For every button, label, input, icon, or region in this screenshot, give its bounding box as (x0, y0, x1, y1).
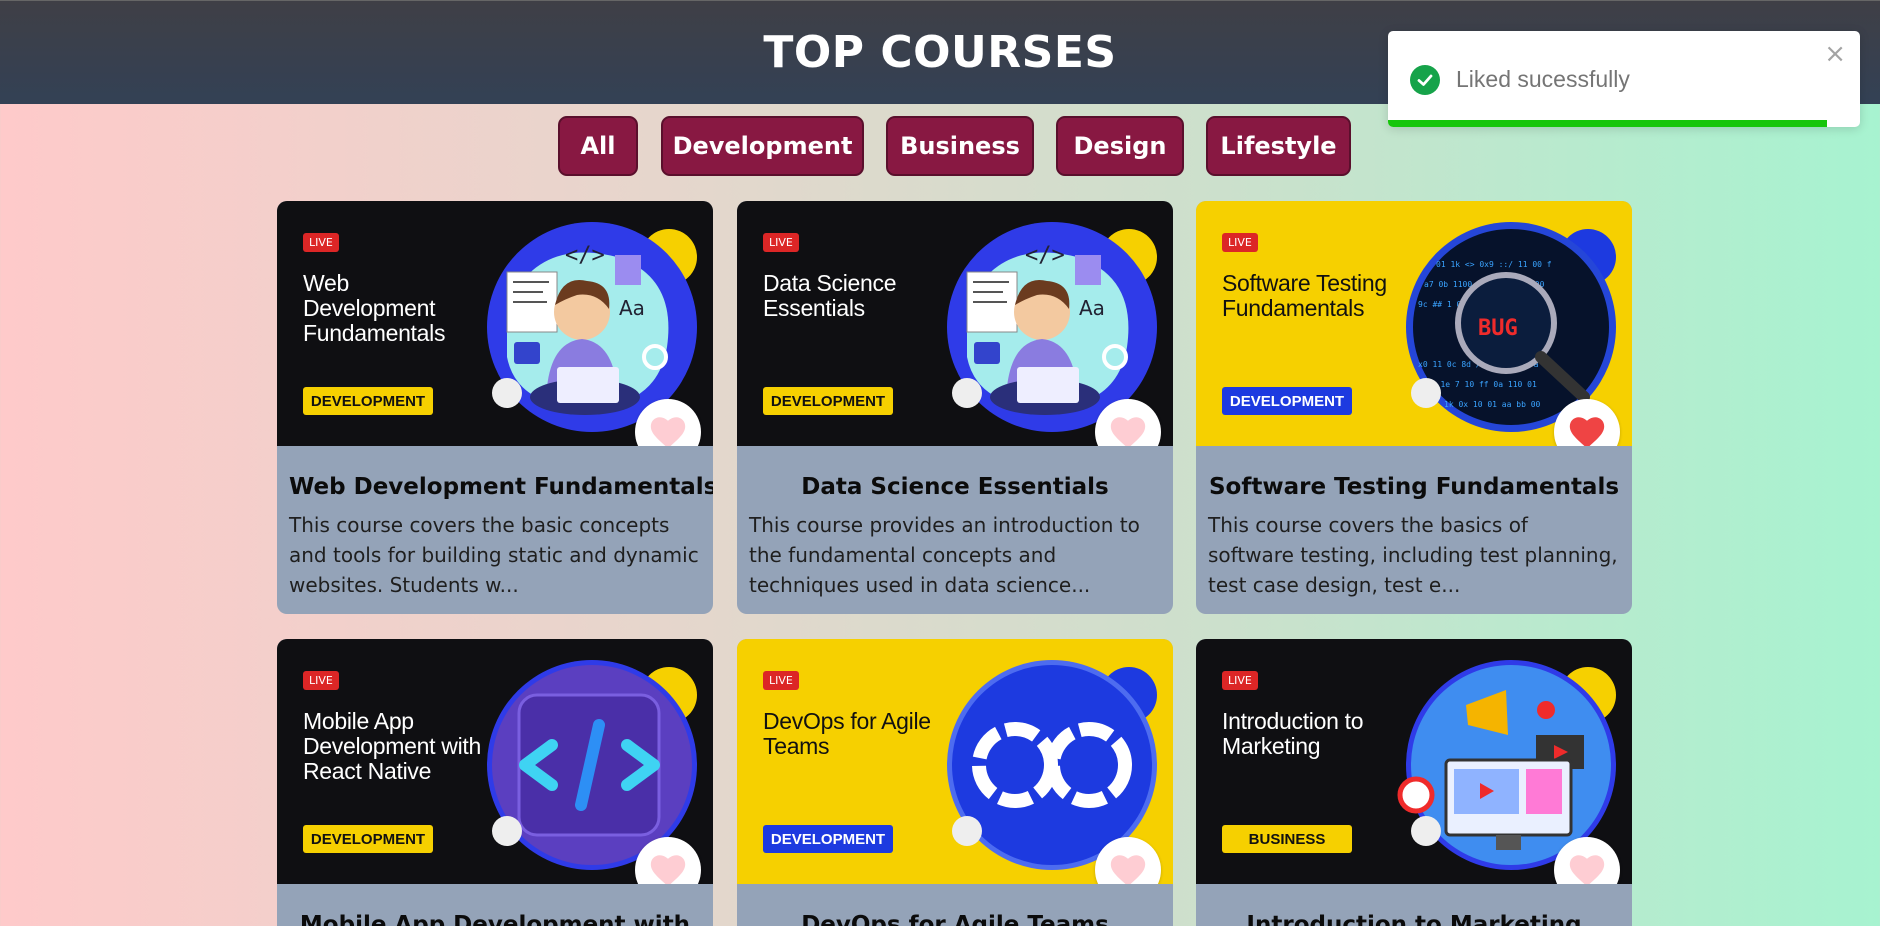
thumbnail-title: Software Testing Fundamentals (1222, 270, 1387, 321)
success-toast: Liked sucessfully × (1388, 31, 1860, 127)
toast-message: Liked sucessfully (1456, 66, 1630, 92)
course-title: Introduction to Marketing (1246, 912, 1582, 926)
heart-icon (1569, 855, 1605, 884)
course-title: Web Development Fundamentals (289, 474, 713, 500)
filter-development-button[interactable]: Development (661, 116, 864, 176)
course-thumbnail: LIVE Software Testing Fundamentals DEVEL… (1196, 201, 1632, 446)
course-thumbnail: LIVE Mobile App Development with React N… (277, 639, 713, 884)
thumbnail-title: Data Science Essentials (763, 270, 897, 321)
course-thumbnail: LIVE Introduction to Marketing BUSINESS (1196, 639, 1632, 884)
thumbnail-title: Introduction to Marketing (1222, 708, 1364, 759)
live-badge: LIVE (763, 233, 799, 252)
heart-icon (650, 417, 686, 446)
category-tag: DEVELOPMENT (1222, 387, 1352, 415)
thumbnail-title: Mobile App Development with React Native (303, 708, 482, 784)
course-card: LIVE Web Development Fundamentals DEVELO… (277, 201, 713, 614)
course-title: Mobile App Development with (299, 912, 691, 926)
course-title: Data Science Essentials (801, 474, 1109, 500)
svg-text:01 1k <> 0x9 ::/ 11 00 f: 01 1k <> 0x9 ::/ 11 00 f (1436, 260, 1552, 269)
course-thumbnail: LIVE DevOps for Agile Teams DEVELOPMENT (737, 639, 1173, 884)
course-thumbnail: LIVE Web Development Fundamentals DEVELO… (277, 201, 713, 446)
live-badge: LIVE (303, 671, 339, 690)
filter-all-button[interactable]: All (558, 116, 638, 176)
course-card: LIVE Data Science Essentials DEVELOPMENT… (737, 201, 1173, 614)
course-description: This course covers the basics of softwar… (1208, 513, 1618, 597)
heart-icon (1110, 855, 1146, 884)
course-card: LIVE Software Testing Fundamentals DEVEL… (1196, 201, 1632, 614)
svg-text:00 1e 7 10 ff 0a 110 01: 00 1e 7 10 ff 0a 110 01 (1426, 380, 1537, 389)
heart-icon (650, 855, 686, 884)
svg-text:BUG: BUG (1478, 316, 1518, 341)
course-card: LIVE DevOps for Agile Teams DEVELOPMENT … (737, 639, 1173, 926)
live-badge: LIVE (1222, 671, 1258, 690)
check-circle-icon (1410, 65, 1440, 95)
course-description: This course covers the basic concepts an… (289, 513, 699, 597)
category-tag: BUSINESS (1222, 825, 1352, 853)
live-badge: LIVE (763, 671, 799, 690)
live-badge: LIVE (1222, 233, 1258, 252)
course-card: LIVE Introduction to Marketing BUSINESS … (1196, 639, 1632, 926)
category-tag: DEVELOPMENT (763, 825, 893, 853)
thumbnail-title: DevOps for Agile Teams (763, 708, 931, 759)
svg-text:1k 0x 10 01 aa bb 00: 1k 0x 10 01 aa bb 00 (1444, 400, 1541, 409)
toast-progress-bar (1388, 120, 1827, 127)
live-badge: LIVE (303, 233, 339, 252)
close-icon[interactable]: × (1824, 39, 1846, 69)
category-tag: DEVELOPMENT (303, 825, 433, 853)
heart-icon (1569, 417, 1605, 446)
category-tag: DEVELOPMENT (303, 387, 433, 415)
svg-text:Aa: Aa (1079, 296, 1105, 320)
course-card: LIVE Mobile App Development with React N… (277, 639, 713, 926)
filter-lifestyle-button[interactable]: Lifestyle (1206, 116, 1351, 176)
heart-icon (1110, 417, 1146, 446)
category-tag: DEVELOPMENT (763, 387, 893, 415)
thumbnail-title: Web Development Fundamentals (303, 270, 446, 346)
svg-text:</>: </> (1025, 243, 1065, 268)
filter-business-button[interactable]: Business (886, 116, 1034, 176)
course-thumbnail: LIVE Data Science Essentials DEVELOPMENT… (737, 201, 1173, 446)
filter-design-button[interactable]: Design (1056, 116, 1184, 176)
course-title: Software Testing Fundamentals (1208, 474, 1620, 500)
svg-text:</>: </> (565, 243, 605, 268)
course-title: DevOps for Agile Teams (801, 912, 1109, 926)
svg-text:Aa: Aa (619, 296, 645, 320)
course-description: This course provides an introduction to … (749, 513, 1140, 597)
